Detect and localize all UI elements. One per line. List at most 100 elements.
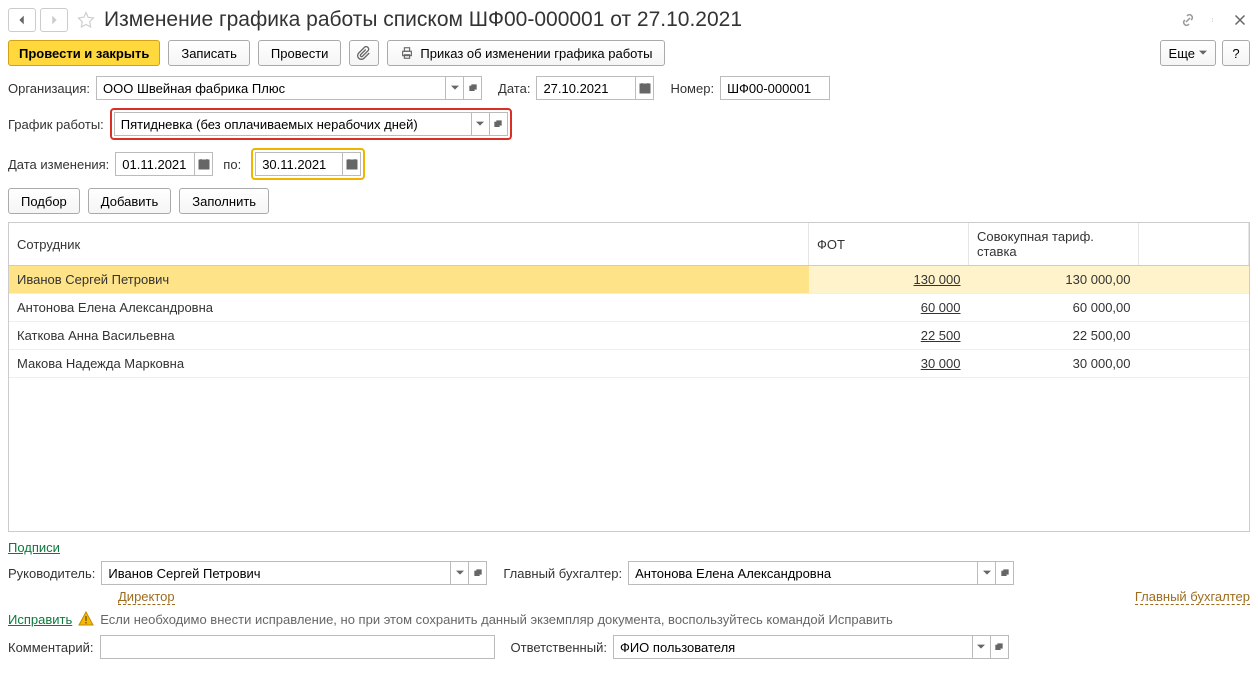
head-dropdown-button[interactable] bbox=[451, 561, 469, 585]
post-button[interactable]: Провести bbox=[258, 40, 342, 66]
pick-button[interactable]: Подбор bbox=[8, 188, 80, 214]
chevron-down-icon bbox=[983, 569, 991, 577]
close-icon[interactable] bbox=[1230, 10, 1250, 30]
col-employee[interactable]: Сотрудник bbox=[9, 223, 809, 266]
correction-text: Если необходимо внести исправление, но п… bbox=[100, 612, 892, 627]
head-position-link[interactable]: Директор bbox=[118, 589, 175, 605]
acc-open-button[interactable] bbox=[996, 561, 1014, 585]
date-calendar-button[interactable] bbox=[636, 76, 654, 100]
cell-rate: 30 000,00 bbox=[969, 350, 1139, 378]
head-input[interactable] bbox=[101, 561, 451, 585]
cell-fot[interactable]: 130 000 bbox=[809, 266, 969, 294]
favorite-star-icon[interactable] bbox=[76, 10, 96, 30]
org-open-button[interactable] bbox=[464, 76, 482, 100]
page-title: Изменение графика работы списком ШФ00-00… bbox=[104, 8, 1174, 32]
schedule-label: График работы: bbox=[8, 117, 104, 132]
chevron-down-icon bbox=[977, 643, 985, 651]
nav-forward-button[interactable] bbox=[40, 8, 68, 32]
open-icon bbox=[474, 569, 482, 577]
kebab-menu-icon[interactable] bbox=[1204, 10, 1224, 30]
cell-rate: 60 000,00 bbox=[969, 294, 1139, 322]
add-button[interactable]: Добавить bbox=[88, 188, 171, 214]
date-to-input[interactable] bbox=[255, 152, 343, 176]
post-and-close-button[interactable]: Провести и закрыть bbox=[8, 40, 160, 66]
schedule-highlight bbox=[110, 108, 512, 140]
print-order-button[interactable]: Приказ об изменении графика работы bbox=[387, 40, 665, 66]
col-empty bbox=[1139, 223, 1249, 266]
change-date-calendar-button[interactable] bbox=[195, 152, 213, 176]
cell-empty bbox=[1139, 322, 1249, 350]
chevron-down-icon bbox=[1199, 50, 1207, 56]
change-date-input[interactable] bbox=[115, 152, 195, 176]
more-button[interactable]: Еще bbox=[1160, 40, 1216, 66]
date-to-highlight bbox=[251, 148, 365, 180]
schedule-open-button[interactable] bbox=[490, 112, 508, 136]
arrow-right-icon bbox=[47, 13, 61, 27]
cell-employee: Антонова Елена Александровна bbox=[9, 294, 809, 322]
more-label: Еще bbox=[1169, 46, 1195, 61]
attach-button[interactable] bbox=[349, 40, 379, 66]
col-fot[interactable]: ФОТ bbox=[809, 223, 969, 266]
employees-table[interactable]: Сотрудник ФОТ Совокупная тариф. ставка И… bbox=[8, 222, 1250, 532]
date-to-calendar-button[interactable] bbox=[343, 152, 361, 176]
nav-back-button[interactable] bbox=[8, 8, 36, 32]
fill-button[interactable]: Заполнить bbox=[179, 188, 269, 214]
resp-dropdown-button[interactable] bbox=[973, 635, 991, 659]
date-input[interactable] bbox=[536, 76, 636, 100]
head-open-button[interactable] bbox=[469, 561, 487, 585]
number-label: Номер: bbox=[670, 81, 714, 96]
warning-icon bbox=[78, 611, 94, 627]
table-row[interactable]: Антонова Елена Александровна60 00060 000… bbox=[9, 294, 1249, 322]
change-date-label: Дата изменения: bbox=[8, 157, 109, 172]
calendar-icon bbox=[198, 158, 210, 170]
cell-employee: Макова Надежда Марковна bbox=[9, 350, 809, 378]
open-icon bbox=[995, 643, 1003, 651]
comment-input[interactable] bbox=[100, 635, 495, 659]
resp-open-button[interactable] bbox=[991, 635, 1009, 659]
head-label: Руководитель: bbox=[8, 566, 95, 581]
table-row[interactable]: Иванов Сергей Петрович130 000130 000,00 bbox=[9, 266, 1249, 294]
acc-dropdown-button[interactable] bbox=[978, 561, 996, 585]
open-icon bbox=[469, 84, 477, 92]
col-rate[interactable]: Совокупная тариф. ставка bbox=[969, 223, 1139, 266]
resp-input[interactable] bbox=[613, 635, 973, 659]
open-icon bbox=[494, 120, 502, 128]
cell-rate: 22 500,00 bbox=[969, 322, 1139, 350]
signatures-link[interactable]: Подписи bbox=[8, 540, 60, 555]
comment-label: Комментарий: bbox=[8, 640, 94, 655]
chevron-down-icon bbox=[476, 120, 484, 128]
chevron-down-icon bbox=[456, 569, 464, 577]
cell-fot[interactable]: 30 000 bbox=[809, 350, 969, 378]
org-input[interactable] bbox=[96, 76, 446, 100]
cell-empty bbox=[1139, 294, 1249, 322]
table-row[interactable]: Макова Надежда Марковна30 00030 000,00 bbox=[9, 350, 1249, 378]
open-icon bbox=[1001, 569, 1009, 577]
cell-rate: 130 000,00 bbox=[969, 266, 1139, 294]
print-order-label: Приказ об изменении графика работы bbox=[420, 46, 652, 61]
cell-fot[interactable]: 60 000 bbox=[809, 294, 969, 322]
org-dropdown-button[interactable] bbox=[446, 76, 464, 100]
number-input[interactable] bbox=[720, 76, 830, 100]
cell-empty bbox=[1139, 350, 1249, 378]
schedule-dropdown-button[interactable] bbox=[472, 112, 490, 136]
printer-icon bbox=[400, 46, 414, 60]
schedule-input[interactable] bbox=[114, 112, 472, 136]
chevron-down-icon bbox=[451, 84, 459, 92]
date-label: Дата: bbox=[498, 81, 530, 96]
help-button[interactable]: ? bbox=[1222, 40, 1250, 66]
resp-label: Ответственный: bbox=[511, 640, 607, 655]
cell-employee: Иванов Сергей Петрович bbox=[9, 266, 809, 294]
arrow-left-icon bbox=[15, 13, 29, 27]
correct-link[interactable]: Исправить bbox=[8, 612, 72, 627]
cell-fot[interactable]: 22 500 bbox=[809, 322, 969, 350]
cell-empty bbox=[1139, 266, 1249, 294]
acc-input[interactable] bbox=[628, 561, 978, 585]
table-row[interactable]: Каткова Анна Васильевна22 50022 500,00 bbox=[9, 322, 1249, 350]
acc-position-link[interactable]: Главный бухгалтер bbox=[1135, 589, 1250, 605]
acc-label: Главный бухгалтер: bbox=[503, 566, 622, 581]
save-button[interactable]: Записать bbox=[168, 40, 250, 66]
calendar-icon bbox=[346, 158, 358, 170]
org-label: Организация: bbox=[8, 81, 90, 96]
link-icon[interactable] bbox=[1178, 10, 1198, 30]
to-label: по: bbox=[223, 157, 241, 172]
